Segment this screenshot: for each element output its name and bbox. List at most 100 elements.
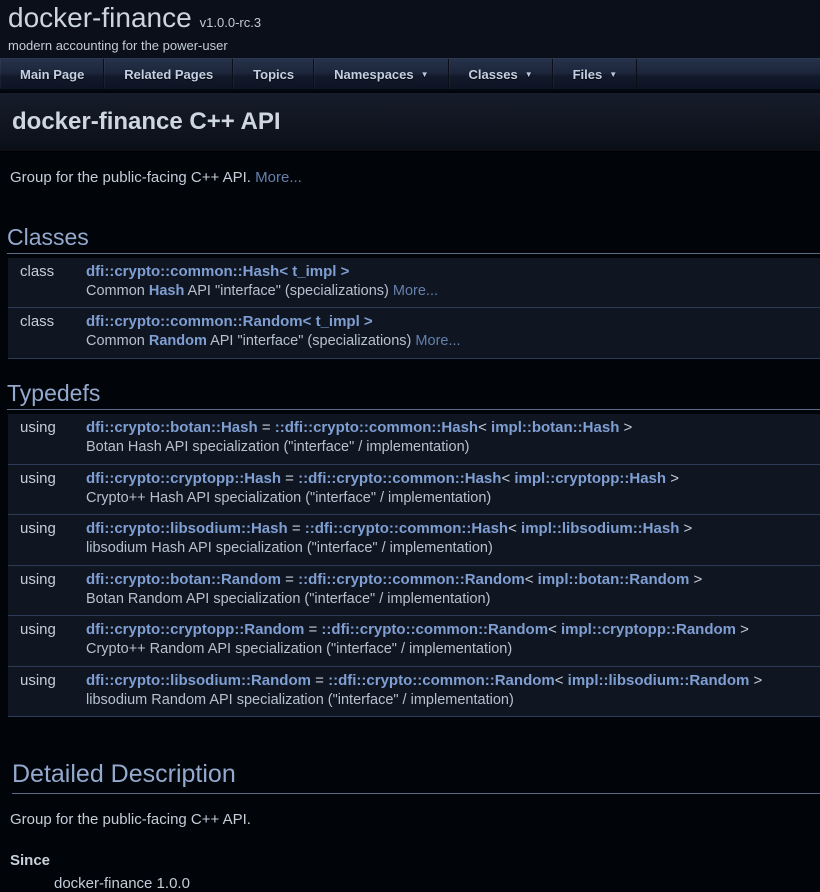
- more-link[interactable]: More...: [415, 333, 460, 349]
- class-link[interactable]: dfi::crypto::common::Hash< t_impl >: [86, 263, 349, 280]
- member-signature: dfi::crypto::cryptopp::Hash = ::dfi::cry…: [86, 464, 820, 487]
- typedef-param-link[interactable]: impl::libsodium::Hash: [521, 520, 679, 537]
- member-kind: using: [8, 616, 86, 639]
- typedefs-heading: Typedefs: [7, 381, 820, 410]
- row-separator: [8, 356, 820, 358]
- member-desc: libsodium Random API specialization ("in…: [86, 689, 820, 715]
- typedef-desc-row: libsodium Hash API specialization ("inte…: [8, 537, 820, 563]
- member-kind: using: [8, 565, 86, 588]
- typedef-param-link[interactable]: impl::libsodium::Random: [568, 672, 750, 689]
- typedef-param-link[interactable]: impl::botan::Hash: [491, 419, 619, 436]
- member-signature: dfi::crypto::botan::Random = ::dfi::cryp…: [86, 565, 820, 588]
- typedefs-table: usingdfi::crypto::botan::Hash = ::dfi::c…: [8, 414, 820, 717]
- project-brief: modern accounting for the power-user: [8, 38, 820, 53]
- member-signature: dfi::crypto::common::Random< t_impl >: [86, 308, 820, 331]
- intro-text: Group for the public-facing C++ API. Mor…: [10, 169, 810, 186]
- row-separator: [8, 715, 820, 717]
- typedef-target-link[interactable]: ::dfi::crypto::common::Random: [321, 621, 548, 638]
- detailed-description-block: Group for the public-facing C++ API. Sin…: [0, 811, 820, 892]
- member-kind: class: [8, 258, 86, 280]
- typedef-desc-row: Crypto++ Hash API specialization ("inter…: [8, 487, 820, 513]
- nav-tab-label: Related Pages: [124, 67, 213, 82]
- nav-tab-label: Files: [573, 67, 603, 82]
- typedef-param-link[interactable]: impl::cryptopp::Random: [561, 621, 736, 638]
- member-kind-spacer: [8, 537, 86, 563]
- typedef-row: usingdfi::crypto::cryptopp::Random = ::d…: [8, 616, 820, 639]
- nav-tab-main-page[interactable]: Main Page: [0, 59, 104, 89]
- typedef-target-link[interactable]: ::dfi::crypto::common::Random: [298, 571, 525, 588]
- class-desc-link[interactable]: Hash: [149, 283, 184, 299]
- nav-tab-label: Main Page: [20, 67, 84, 82]
- classes-table: classdfi::crypto::common::Hash< t_impl >…: [8, 258, 820, 359]
- class-desc-link[interactable]: Random: [149, 333, 207, 349]
- typedef-target-link[interactable]: ::dfi::crypto::common::Hash: [305, 520, 508, 537]
- nav-tab-namespaces[interactable]: Namespaces▼: [314, 59, 448, 89]
- member-desc: Botan Hash API specialization ("interfac…: [86, 436, 820, 462]
- nav-tab-label: Topics: [253, 67, 294, 82]
- typedef-row: usingdfi::crypto::botan::Random = ::dfi:…: [8, 565, 820, 588]
- row-separator-line: [8, 356, 820, 358]
- typedef-target-link[interactable]: ::dfi::crypto::common::Random: [328, 672, 555, 689]
- typedef-alias-link[interactable]: dfi::crypto::libsodium::Hash: [86, 520, 288, 537]
- nav-tab-files[interactable]: Files ▼: [553, 59, 638, 89]
- class-desc-row: Common Random API "interface" (specializ…: [8, 330, 820, 356]
- nav-tab-label: Classes: [469, 67, 518, 82]
- typedef-target-link[interactable]: ::dfi::crypto::common::Hash: [298, 470, 501, 487]
- project-version: v1.0.0-rc.3: [200, 15, 261, 30]
- detailed-description-heading: Detailed Description: [12, 761, 820, 794]
- since-label: Since: [10, 852, 810, 869]
- member-signature: dfi::crypto::libsodium::Hash = ::dfi::cr…: [86, 515, 820, 538]
- page-header: docker-finance C++ API: [0, 93, 820, 152]
- member-kind-spacer: [8, 436, 86, 462]
- class-link[interactable]: dfi::crypto::common::Random< t_impl >: [86, 313, 373, 330]
- typedef-param-link[interactable]: impl::cryptopp::Hash: [514, 470, 666, 487]
- since-block: Since docker-finance 1.0.0: [10, 852, 810, 892]
- nav-tab-topics[interactable]: Topics: [233, 59, 314, 89]
- nav-tab-related-pages[interactable]: Related Pages: [104, 59, 233, 89]
- typedef-row: usingdfi::crypto::cryptopp::Hash = ::dfi…: [8, 464, 820, 487]
- masthead: docker-financev1.0.0-rc.3 modern account…: [0, 0, 820, 58]
- typedef-alias-link[interactable]: dfi::crypto::botan::Random: [86, 571, 281, 588]
- typedef-target-link[interactable]: ::dfi::crypto::common::Hash: [275, 419, 478, 436]
- member-desc: Botan Random API specialization ("interf…: [86, 588, 820, 614]
- typedef-row: usingdfi::crypto::libsodium::Hash = ::df…: [8, 515, 820, 538]
- typedef-alias-link[interactable]: dfi::crypto::cryptopp::Hash: [86, 470, 281, 487]
- page-title: docker-finance C++ API: [12, 109, 820, 134]
- member-signature: dfi::crypto::cryptopp::Random = ::dfi::c…: [86, 616, 820, 639]
- class-row: classdfi::crypto::common::Hash< t_impl >: [8, 258, 820, 280]
- project-name: docker-financev1.0.0-rc.3: [8, 2, 820, 34]
- chevron-down-icon: ▼: [609, 70, 617, 79]
- nav-tab-classes[interactable]: Classes▼: [449, 59, 553, 89]
- member-kind-spacer: [8, 280, 86, 306]
- typedef-alias-link[interactable]: dfi::crypto::cryptopp::Random: [86, 621, 304, 638]
- member-kind: using: [8, 666, 86, 689]
- member-kind: using: [8, 414, 86, 436]
- typedef-param-link[interactable]: impl::botan::Random: [538, 571, 690, 588]
- detailed-description-text: Group for the public-facing C++ API.: [10, 811, 810, 828]
- intro-more-link[interactable]: More...: [255, 169, 302, 186]
- typedef-alias-link[interactable]: dfi::crypto::libsodium::Random: [86, 672, 311, 689]
- member-desc: Common Random API "interface" (specializ…: [86, 330, 820, 356]
- typedef-row: usingdfi::crypto::libsodium::Random = ::…: [8, 666, 820, 689]
- member-desc: Common Hash API "interface" (specializat…: [86, 280, 820, 306]
- member-desc: libsodium Hash API specialization ("inte…: [86, 537, 820, 563]
- member-desc: Crypto++ Hash API specialization ("inter…: [86, 487, 820, 513]
- more-link[interactable]: More...: [393, 283, 438, 299]
- member-desc: Crypto++ Random API specialization ("int…: [86, 638, 820, 664]
- member-kind-spacer: [8, 487, 86, 513]
- member-kind-spacer: [8, 330, 86, 356]
- member-signature: dfi::crypto::libsodium::Random = ::dfi::…: [86, 666, 820, 689]
- main-nav: Main PageRelated PagesTopicsNamespaces▼C…: [0, 58, 820, 91]
- member-kind: using: [8, 464, 86, 487]
- typedef-row: usingdfi::crypto::botan::Hash = ::dfi::c…: [8, 414, 820, 436]
- row-separator-line: [8, 715, 820, 717]
- typedef-alias-link[interactable]: dfi::crypto::botan::Hash: [86, 419, 258, 436]
- classes-heading: Classes: [7, 225, 820, 254]
- member-signature: dfi::crypto::common::Hash< t_impl >: [86, 258, 820, 280]
- since-value: docker-finance 1.0.0: [54, 875, 810, 892]
- member-kind: using: [8, 515, 86, 538]
- contents: Group for the public-facing C++ API. Mor…: [0, 169, 820, 892]
- member-kind-spacer: [8, 689, 86, 715]
- typedef-desc-row: Botan Hash API specialization ("interfac…: [8, 436, 820, 462]
- member-kind: class: [8, 308, 86, 331]
